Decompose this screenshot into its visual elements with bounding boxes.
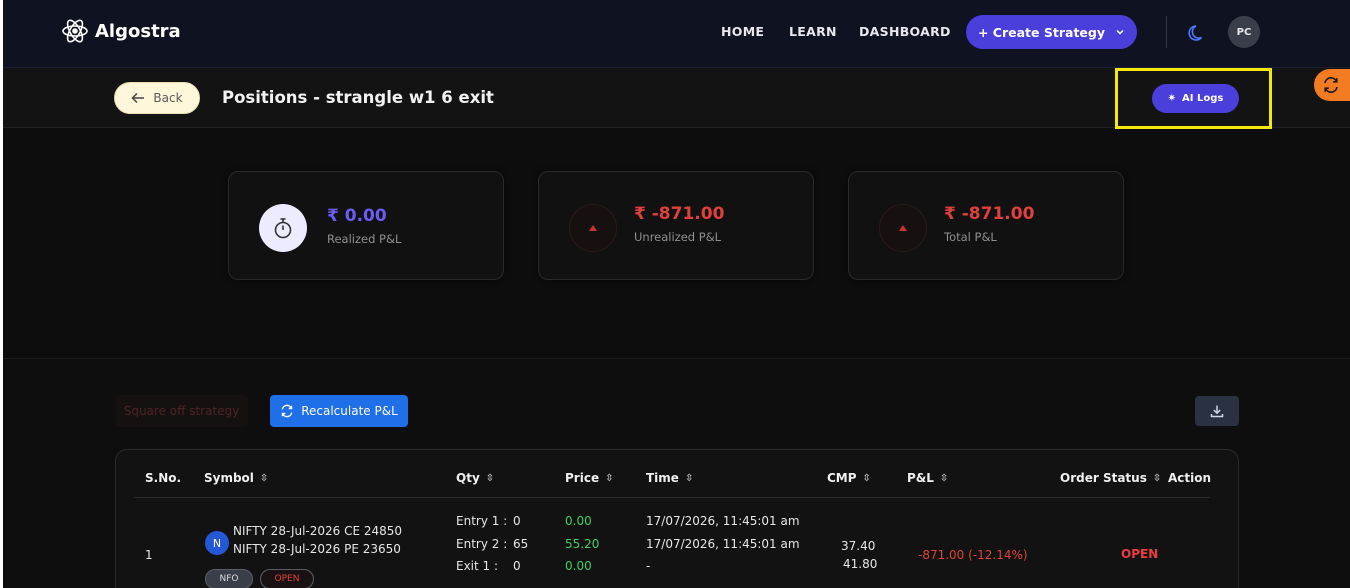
unrealized-pnl-card: ₹ -871.00 Unrealized P&L	[538, 171, 814, 280]
arrow-up-icon	[899, 225, 907, 231]
cmp-1: 37.40	[841, 539, 876, 553]
page-header-bar: Back Positions - strangle w1 6 exit ✷ AI…	[3, 68, 1350, 129]
realized-pnl-label: Realized P&L	[327, 232, 402, 246]
ai-logs-label: AI Logs	[1182, 93, 1224, 104]
unrealized-pnl-label: Unrealized P&L	[634, 230, 722, 244]
page-title: Positions - strangle w1 6 exit	[222, 88, 494, 107]
unrealized-pnl-value: ₹ -871.00	[634, 204, 725, 224]
cmp-2: 41.80	[843, 557, 878, 571]
header-price[interactable]: Price ⇳	[565, 471, 613, 485]
brand-name: Algostra	[95, 20, 181, 42]
recalculate-label: Recalculate P&L	[301, 404, 398, 418]
time-1: 17/07/2026, 11:45:01 am	[646, 514, 800, 528]
header-time-label: Time	[646, 471, 679, 485]
symbol-line-2: NIFTY 28-Jul-2026 PE 23650	[233, 542, 401, 556]
qty-value-3: 0	[513, 559, 521, 573]
time-2: 17/07/2026, 11:45:01 am	[646, 537, 800, 551]
qty-label-2: Entry 2 :	[456, 537, 508, 551]
nav-learn-link[interactable]: LEARN	[789, 24, 837, 39]
header-order-status[interactable]: Order Status ⇳	[1060, 471, 1161, 485]
card-icon-wrap	[259, 204, 307, 252]
refresh-fab-button[interactable]	[1314, 69, 1350, 101]
qty-value-2: 65	[513, 537, 529, 551]
row-sno: 1	[145, 548, 153, 562]
header-cmp[interactable]: CMP ⇳	[827, 471, 871, 485]
nav-dashboard-link[interactable]: DASHBOARD	[859, 24, 951, 39]
create-strategy-label: + Create Strategy	[977, 24, 1105, 40]
sparkle-icon: ✷	[1167, 93, 1177, 104]
sort-icon[interactable]: ⇳	[605, 473, 613, 484]
brand-logo[interactable]: Algostra	[61, 17, 181, 45]
stopwatch-icon	[274, 218, 292, 239]
price-2: 55.20	[565, 537, 600, 551]
row-pnl: -871.00 (-12.14%)	[918, 548, 1028, 562]
tag-open: OPEN	[260, 569, 314, 588]
total-pnl-value: ₹ -871.00	[944, 204, 1035, 224]
top-navbar: Algostra HOME LEARN DASHBOARD + Create S…	[3, 0, 1350, 68]
total-pnl-label: Total P&L	[944, 230, 997, 244]
header-pnl-label: P&L	[907, 471, 934, 485]
header-order-status-label: Order Status	[1060, 471, 1147, 485]
sort-icon[interactable]: ⇳	[685, 473, 693, 484]
arrow-left-icon	[131, 92, 145, 104]
header-cmp-label: CMP	[827, 471, 857, 485]
card-icon-wrap	[569, 204, 617, 252]
sort-icon[interactable]: ⇳	[1153, 473, 1161, 484]
total-pnl-card: ₹ -871.00 Total P&L	[848, 171, 1124, 280]
exchange-badge: N	[205, 531, 229, 555]
atom-icon	[62, 19, 88, 43]
square-off-button[interactable]: Square off strategy	[115, 395, 248, 427]
realized-pnl-value: ₹ 0.00	[327, 206, 387, 226]
pnl-summary-area: ₹ 0.00 Realized P&L ₹ -871.00 Unrealized…	[3, 129, 1350, 359]
header-time[interactable]: Time ⇳	[646, 471, 693, 485]
back-button[interactable]: Back	[114, 82, 200, 114]
header-sno: S.No.	[145, 471, 181, 485]
tag-nfo: NFO	[205, 569, 253, 588]
header-divider	[134, 497, 1210, 498]
header-symbol-label: Symbol	[204, 471, 254, 485]
moon-icon[interactable]	[1186, 21, 1208, 43]
user-avatar[interactable]: PC	[1228, 16, 1260, 48]
app-page: Algostra HOME LEARN DASHBOARD + Create S…	[0, 0, 1350, 588]
arrow-up-icon	[589, 225, 597, 231]
recalculate-pnl-button[interactable]: Recalculate P&L	[270, 395, 408, 427]
qty-label-3: Exit 1 :	[456, 559, 499, 573]
header-sno-label: S.No.	[145, 471, 182, 485]
qty-label-1: Entry 1 :	[456, 514, 508, 528]
sort-icon[interactable]: ⇳	[863, 473, 871, 484]
header-action-label: Action	[1168, 471, 1212, 485]
download-icon	[1210, 405, 1224, 418]
header-pnl[interactable]: P&L ⇳	[907, 471, 948, 485]
ai-logs-button[interactable]: ✷ AI Logs	[1152, 84, 1239, 113]
sort-icon[interactable]: ⇳	[940, 473, 948, 484]
nav-home-link[interactable]: HOME	[721, 24, 764, 39]
sort-icon[interactable]: ⇳	[260, 473, 268, 484]
card-icon-wrap	[879, 204, 927, 252]
symbol-line-1: NIFTY 28-Jul-2026 CE 24850	[233, 524, 403, 538]
realized-pnl-card: ₹ 0.00 Realized P&L	[228, 171, 504, 280]
header-price-label: Price	[565, 471, 600, 485]
refresh-icon	[1324, 77, 1338, 93]
header-qty[interactable]: Qty ⇳	[456, 471, 494, 485]
create-strategy-button[interactable]: + Create Strategy	[966, 15, 1137, 49]
header-symbol[interactable]: Symbol ⇳	[204, 471, 268, 485]
refresh-icon	[281, 404, 293, 418]
sort-icon[interactable]: ⇳	[486, 473, 494, 484]
price-3: 0.00	[565, 559, 592, 573]
download-button[interactable]	[1195, 396, 1239, 426]
nav-divider	[1166, 16, 1167, 48]
back-label: Back	[153, 91, 183, 105]
price-1: 0.00	[565, 514, 592, 528]
chevron-down-icon	[1116, 29, 1124, 35]
header-action: Action	[1168, 471, 1211, 485]
time-3: -	[646, 559, 651, 573]
qty-value-1: 0	[513, 514, 521, 528]
header-qty-label: Qty	[456, 471, 480, 485]
positions-table: S.No. Symbol ⇳ Qty ⇳ Price ⇳ Time ⇳ CMP ⇳ P&L…	[115, 449, 1239, 588]
order-status-open: OPEN	[1121, 547, 1159, 561]
